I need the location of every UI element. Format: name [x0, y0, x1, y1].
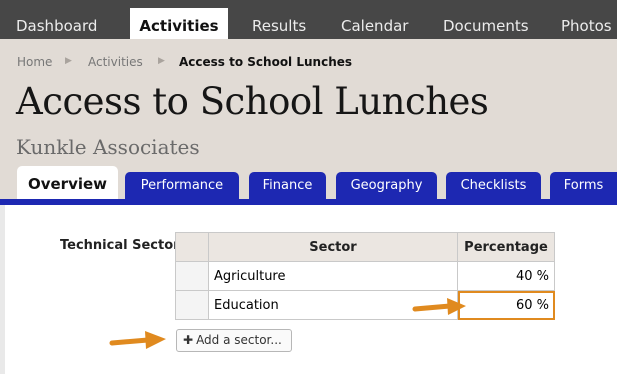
- tab-underline: [0, 199, 617, 205]
- percentage-cell[interactable]: 40 %: [457, 261, 555, 291]
- breadcrumb-current: Access to School Lunches: [179, 55, 353, 69]
- row-handle[interactable]: [175, 261, 209, 291]
- tab-geography[interactable]: Geography: [336, 172, 437, 199]
- nav-tab-documents[interactable]: Documents: [443, 8, 529, 39]
- table-row: Agriculture 40 %: [175, 261, 555, 291]
- add-sector-label: Add a sector...: [196, 333, 282, 347]
- nav-tab-results[interactable]: Results: [252, 8, 306, 39]
- page-subtitle: Kunkle Associates: [16, 135, 200, 159]
- sector-table: Sector Percentage Agriculture 40 % Educa…: [175, 232, 555, 320]
- tab-forms[interactable]: Forms: [550, 172, 617, 199]
- breadcrumb-activities[interactable]: Activities: [88, 55, 143, 69]
- breadcrumb-separator-icon: ▶: [158, 56, 165, 66]
- tab-checklists[interactable]: Checklists: [446, 172, 541, 199]
- breadcrumb-separator-icon: ▶: [65, 56, 72, 66]
- sector-cell[interactable]: Agriculture: [208, 261, 458, 291]
- nav-tab-activities[interactable]: Activities: [130, 8, 228, 39]
- percentage-cell-editing[interactable]: 60 %: [457, 290, 555, 320]
- row-handle[interactable]: [175, 290, 209, 320]
- tab-performance[interactable]: Performance: [125, 172, 239, 199]
- page-title: Access to School Lunches: [16, 80, 489, 123]
- breadcrumb-home[interactable]: Home: [17, 55, 52, 69]
- nav-tab-calendar[interactable]: Calendar: [341, 8, 408, 39]
- column-header-sector: Sector: [208, 232, 458, 262]
- column-header-percentage: Percentage: [457, 232, 555, 262]
- table-row: Education 60 %: [175, 290, 555, 320]
- tab-overview[interactable]: Overview: [17, 166, 118, 199]
- nav-tab-photos[interactable]: Photos: [561, 8, 612, 39]
- top-nav: Dashboard Activities Results Calendar Do…: [0, 0, 617, 39]
- pointer-arrow-icon: [412, 298, 466, 315]
- tab-finance[interactable]: Finance: [249, 172, 326, 199]
- pointer-arrow-icon: [109, 331, 166, 349]
- left-gutter: [0, 205, 5, 374]
- table-corner: [175, 232, 209, 262]
- technical-sector-label: Technical Sector: [60, 238, 180, 253]
- plus-icon: ✚: [183, 333, 194, 347]
- add-sector-button[interactable]: ✚ Add a sector...: [176, 329, 292, 352]
- nav-tab-dashboard[interactable]: Dashboard: [16, 8, 97, 39]
